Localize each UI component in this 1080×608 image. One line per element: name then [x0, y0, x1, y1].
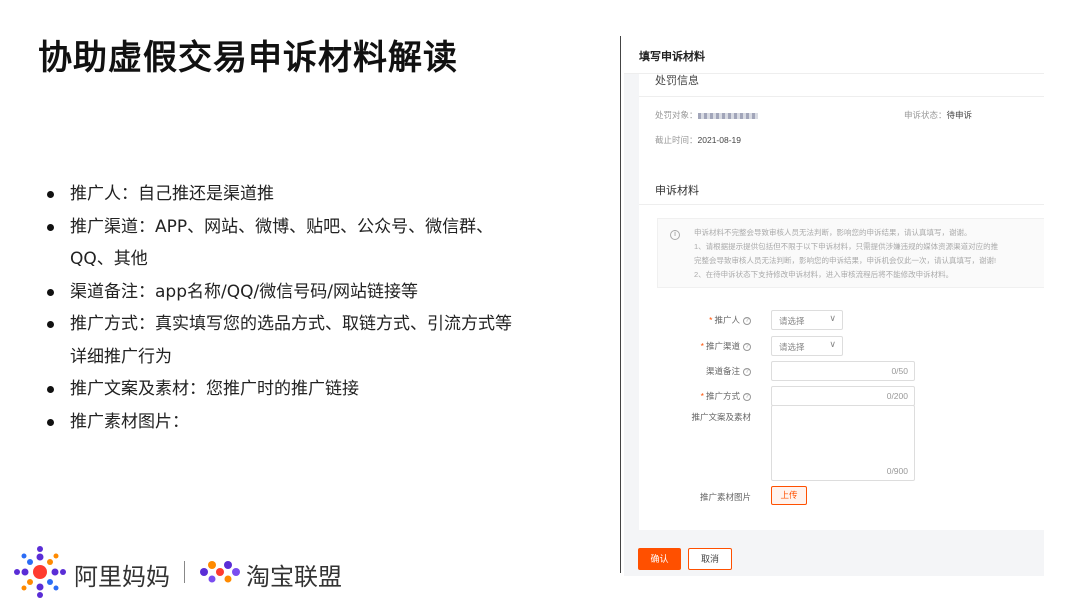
alimama-brand: 阿里妈妈: [74, 563, 170, 591]
form-header: 填写申诉材料: [624, 36, 1044, 74]
appeal-materials-card: 申诉材料 i 申诉材料不完整会导致审核人员无法判断，影响您的申诉结果，请认真填写…: [639, 168, 1044, 530]
channel-note-label-text: 渠道备注: [705, 366, 740, 376]
promoter-label-text: 推广人: [714, 315, 740, 325]
chevron-down-icon: ∨: [829, 313, 836, 323]
divider: [639, 96, 1044, 97]
images-label: 推广素材图片: [699, 492, 751, 502]
bullet-channel-cont: QQ、其他: [70, 249, 148, 269]
deadline-value: 2021-08-19: [697, 135, 741, 145]
bullet-promoter: 推广人：自己推还是渠道推: [44, 178, 564, 211]
appeal-status-label: 申诉状态：: [904, 110, 947, 120]
channel-note-label: 渠道备注?: [706, 365, 751, 377]
form-header-title: 填写申诉材料: [639, 51, 705, 63]
select-placeholder: 请选择: [779, 316, 805, 326]
notice-line: 2、在待申诉状态下支持修改申诉材料，进入审核流程后将不能修改申诉材料。: [694, 270, 954, 279]
select-placeholder: 请选择: [779, 342, 805, 352]
bullet-images: 推广素材图片：: [44, 406, 564, 439]
copy-textarea[interactable]: 0/900: [771, 405, 915, 481]
slide-title: 协助虚假交易申诉材料解读: [38, 38, 458, 78]
channel-label-text: 推广渠道: [705, 341, 740, 351]
footer-logo: 阿里妈妈 淘宝联盟: [12, 544, 372, 600]
upload-button[interactable]: 上传: [771, 486, 807, 505]
char-counter: 0/50: [891, 366, 908, 376]
panel-divider: [620, 36, 621, 573]
appeal-status: 申诉状态：待申诉: [904, 109, 972, 121]
bullet-method-cont: 详细推广行为: [70, 346, 172, 367]
bullet-method: 推广方式：真实填写您的选品方式、取链方式、引流方式等: [44, 308, 564, 341]
appeal-form-screenshot: 填写申诉材料 处罚信息 处罚对象： 申诉状态：待申诉 截止时间：2021-08-…: [624, 36, 1044, 576]
help-icon[interactable]: ?: [743, 367, 751, 376]
required-mark: *: [709, 315, 713, 325]
required-mark: *: [700, 391, 704, 401]
cancel-button[interactable]: 取消: [688, 548, 732, 570]
help-icon[interactable]: ?: [743, 392, 751, 401]
blurred-account: [697, 112, 758, 119]
notice-line: 1、请根据提示提供包括但不限于以下申诉材料，只需提供涉嫌违规的媒体资源渠道对应的…: [694, 242, 999, 251]
confirm-button[interactable]: 确认: [638, 548, 681, 570]
method-label-text: 推广方式: [705, 391, 740, 401]
char-counter: 0/200: [886, 391, 908, 401]
notice-line: 完整会导致审核人员无法判断，影响您的申诉结果，申诉机会仅此一次，请认真填写，谢谢…: [694, 256, 997, 265]
channel-label: * 推广渠道?: [701, 340, 751, 352]
taobao-union-brand: 淘宝联盟: [246, 563, 342, 591]
penalty-info-title: 处罚信息: [655, 75, 699, 87]
method-input[interactable]: 0/200: [771, 386, 915, 406]
bullet-list: 推广人：自己推还是渠道推 推广渠道：APP、网站、微博、贴吧、公众号、微信群、 …: [44, 178, 564, 438]
method-label: * 推广方式?: [701, 390, 751, 402]
appeal-materials-title: 申诉材料: [655, 185, 699, 197]
penalty-target-label: 处罚对象：: [655, 110, 698, 120]
logo-divider: [184, 561, 185, 583]
info-icon: i: [670, 230, 680, 240]
help-icon[interactable]: ?: [743, 342, 751, 351]
deadline: 截止时间：2021-08-19: [655, 134, 741, 146]
appeal-status-value: 待申诉: [946, 110, 973, 120]
penalty-target: 处罚对象：: [655, 109, 758, 121]
promoter-select[interactable]: 请选择 ∨: [771, 310, 843, 330]
channel-note-input[interactable]: 0/50: [771, 361, 915, 381]
char-counter: 0/900: [886, 466, 908, 476]
divider: [639, 204, 1044, 205]
taobao-union-icon: [200, 561, 240, 583]
deadline-label: 截止时间：: [655, 135, 698, 145]
promoter-label: * 推广人?: [709, 314, 751, 326]
help-icon[interactable]: ?: [743, 316, 751, 325]
notice-line: 申诉材料不完整会导致审核人员无法判断，影响您的申诉结果，请认真填写，谢谢。: [694, 228, 972, 237]
bullet-channel: 推广渠道：APP、网站、微博、贴吧、公众号、微信群、: [44, 211, 564, 244]
bullet-channel-note: 渠道备注：app名称/QQ/微信号码/网站链接等: [44, 276, 564, 309]
chevron-down-icon: ∨: [829, 339, 836, 349]
alimama-logo-icon: [14, 546, 66, 598]
channel-select[interactable]: 请选择 ∨: [771, 336, 843, 356]
bullet-copy: 推广文案及素材：您推广时的推广链接: [44, 373, 564, 406]
required-mark: *: [700, 341, 704, 351]
copy-label: 推广文案及素材: [691, 412, 751, 422]
notice-box: i 申诉材料不完整会导致审核人员无法判断，影响您的申诉结果，请认真填写，谢谢。 …: [657, 218, 1044, 288]
